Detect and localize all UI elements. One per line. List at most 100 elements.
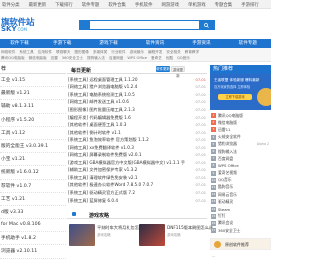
ranking-item[interactable]: 12 网易云音乐	[210, 191, 271, 198]
ranking-item[interactable]: 7 百度网盘	[210, 155, 271, 162]
update-list-item[interactable]: [辅助工具] 文件加密保护专家 v1.3.2 07-01	[67, 167, 207, 175]
tab-game-updates[interactable]: 游戏更新	[171, 66, 185, 78]
ranking-item[interactable]: 1 腾讯QQ电脑版	[210, 112, 271, 119]
ranking-item[interactable]: 3 迅雷11	[210, 126, 271, 133]
hot-keyword-link[interactable]: 360安全卫士	[62, 56, 83, 61]
update-list-item[interactable]: [系统工具] 远程桌面管理工具 1.1.20 07-01	[67, 76, 207, 84]
search-button[interactable]	[199, 21, 214, 29]
category-link[interactable]: 安全相关	[166, 50, 180, 55]
update-list-item[interactable]: [编程开发] 代码编辑器免费版 1.6 07-01	[67, 114, 207, 122]
update-list-item[interactable]: [游戏工具] GBA模拟器官方中文版(GBA模拟器中文) v1.1.1 手机..…	[67, 159, 207, 167]
update-title: [网络工具] 屏幕录制软件免费版 v2.0.1	[68, 152, 142, 158]
left-list-item[interactable]: 工业 v1.15	[0, 74, 66, 88]
update-list-item[interactable]: [其他软件] 桌面便签工具 1.0.3 07-01	[67, 121, 207, 129]
update-list-item[interactable]: [系统工具] 蓝屏修复 6.0.4 07-01	[67, 197, 207, 205]
ranking-item[interactable]: 17 360安全卫士	[210, 227, 271, 234]
top-link[interactable]: 软件合集	[108, 2, 126, 8]
rank-number: 6	[211, 149, 216, 155]
ranking-item[interactable]: 13 驱动精灵	[210, 198, 271, 205]
ranking-item[interactable]: 10 QQ音乐	[210, 177, 271, 184]
site-logo[interactable]: 旗软件站 SKYCOM	[0, 14, 40, 36]
category-link[interactable]: 行业软件	[111, 50, 125, 55]
hot-keyword-link[interactable]: 百度网盘	[109, 56, 123, 61]
top-link[interactable]: 下载排行	[55, 2, 73, 8]
category-link[interactable]: 多媒体类	[93, 50, 107, 55]
hot-keyword-link[interactable]: QQ音乐	[177, 56, 190, 61]
nav-item[interactable]: 软件下载	[0, 39, 39, 48]
category-link[interactable]: 游戏娱乐	[130, 50, 144, 55]
nav-item[interactable]: 手游资讯	[178, 39, 224, 48]
hot-keyword-link[interactable]: 搜狗输入法	[87, 56, 105, 61]
left-list-item[interactable]: 手机助手 v1.8.2	[0, 232, 66, 246]
top-link[interactable]: 软件分类	[2, 2, 20, 8]
update-list-item[interactable]: [网络工具] 邮件发送工具 v1.0.6 07-01	[67, 99, 207, 107]
category-link[interactable]: 图形图像	[75, 50, 89, 55]
update-list-item[interactable]: [图形图像] 图片批量压缩工具 2.1.3 07-01	[67, 106, 207, 114]
update-list-item[interactable]: [系统工具] 清理软件绿色免安装 v2.1 07-01	[67, 174, 207, 182]
ranking-item[interactable]: 2 微信电脑版	[210, 119, 271, 126]
top-link[interactable]: 专题合集	[215, 2, 233, 8]
nav-item[interactable]: 软件资讯	[132, 39, 178, 48]
top-link[interactable]: 手机软件	[135, 2, 153, 8]
ranking-item[interactable]: 5 猎豹浏览器 Alpha 2	[210, 141, 271, 148]
hot-keyword-link[interactable]: 微信电脑版	[29, 56, 47, 61]
left-item-title: 浏览器 v2.10.11	[1, 249, 38, 255]
banner-download-button[interactable]: 立即下载游戏	[218, 94, 252, 100]
left-list-item[interactable]: 辅助 v8.1.3.11	[0, 100, 66, 114]
category-link[interactable]: 教育教学	[185, 50, 199, 55]
left-list-item[interactable]: 浏览器 v2.10.11	[0, 245, 66, 259]
promo-banner[interactable]: 王者联盟 体验新服 爆料最新 百万玩家的选择 立即体验 立即下载游戏	[210, 74, 271, 110]
original-software-ad[interactable]: 原创软件推荐	[210, 238, 271, 250]
nav-item[interactable]: 手游下载	[39, 39, 85, 48]
left-list-item[interactable]: 小程序 v1.5.20	[0, 114, 66, 127]
ranking-item[interactable]: 16 腾讯会议	[210, 220, 271, 227]
category-link[interactable]: 系统工具	[19, 50, 33, 55]
update-list-item[interactable]: [系统工具] 电脑系统检测工具 1.0.5 07-01	[67, 91, 207, 99]
left-list-item[interactable]: d版 v3.33	[0, 206, 66, 220]
search-input[interactable]	[90, 21, 199, 29]
category-link[interactable]: 联络聊天	[56, 50, 70, 55]
left-list-item[interactable]: 最新版 v1.21	[0, 87, 66, 101]
top-link[interactable]: 网游游戏	[161, 2, 179, 8]
update-list-item[interactable]: [网络工具] 屏幕录制软件免费版 v2.0.1 07-01	[67, 151, 207, 159]
left-list-item[interactable]: 工具 v1.12	[0, 127, 66, 140]
game-guide-item[interactable]: 平刻时车大将月礼包怎么领取 游戏攻略	[69, 224, 151, 250]
search-category-tab[interactable]	[80, 21, 90, 29]
game-guide-item[interactable]: DNF115版本刷图怎么选 游戏攻略	[139, 224, 213, 250]
left-list-item[interactable]: for Mac v0.8.106	[0, 219, 66, 233]
left-list-item[interactable]: 版的全能王 v3.0.39.1	[0, 140, 66, 154]
category-link[interactable]: 网络软件	[1, 50, 15, 55]
category-link[interactable]: 编程开发	[148, 50, 162, 55]
hot-keyword-link[interactable]: 爱奇艺	[151, 56, 162, 61]
left-list-item[interactable]: 荐软件 v1.0.7	[0, 180, 66, 193]
ranking-item[interactable]: 4 火绒安全软件	[210, 134, 271, 141]
hot-keyword-link[interactable]: 优酷	[166, 56, 173, 61]
update-list-item[interactable]: [其他软件] 极速办公软件Word 7.8.5.0 7.0.7 07-01	[67, 182, 207, 190]
top-link[interactable]: 手游排行	[241, 2, 259, 8]
update-list-item[interactable]: [网络工具] 猎户浏览器电脑版 v1.2.4 07-01	[67, 84, 207, 92]
tab-software-updates[interactable]: 软件更新	[156, 66, 170, 72]
hot-keyword-link[interactable]: WPS Office	[127, 56, 147, 61]
ranking-item[interactable]: 14 Steam	[210, 205, 271, 212]
hot-keyword-link[interactable]: 迅雷	[51, 56, 58, 61]
top-link[interactable]: 软件专题	[82, 2, 100, 8]
update-list-item[interactable]: [系统工具] 驱动精灵官方正式版 7.2 07-01	[67, 189, 207, 197]
nav-item[interactable]: 游戏下载	[85, 39, 131, 48]
top-link-bar: 软件分类 最新更新 下载排行 软件专题 软件合集 手机软件 网游游戏 单机游戏 专题合集 手游排行	[0, 0, 271, 9]
hot-keyword-link[interactable]: 腾讯QQ电脑版	[1, 56, 25, 61]
ranking-item[interactable]: 11 酷狗音乐	[210, 184, 271, 191]
ranking-item[interactable]: 15 钉钉	[210, 213, 271, 220]
ranking-item[interactable]: 6 搜狗输入法	[210, 148, 271, 155]
ranking-item[interactable]: 9 爱奇艺视频	[210, 170, 271, 177]
nav-item[interactable]: 软件专题	[225, 39, 271, 48]
ranking-item[interactable]: 8 WPS Office	[210, 162, 271, 169]
update-list-item[interactable]: [系统工具] 鱼泡效率软件 官方策划版 1.1.2 07-01	[67, 136, 207, 144]
left-list-item[interactable]: 小宝 v1.21	[0, 153, 66, 167]
left-list-item[interactable]: 统新版 v1.6.0.12	[0, 166, 66, 180]
top-link[interactable]: 最新更新	[29, 2, 47, 8]
update-list-item[interactable]: [其他软件] 倒计时软件 v1.1 07-01	[67, 129, 207, 137]
update-list-item[interactable]: [网络工具] xx免费翻译软件 v1.0.3 07-01	[67, 144, 207, 152]
category-link[interactable]: 应用软件	[38, 50, 52, 55]
left-list-item[interactable]: 工艺 v1.21	[0, 193, 66, 206]
top-link[interactable]: 单机游戏	[188, 2, 206, 8]
